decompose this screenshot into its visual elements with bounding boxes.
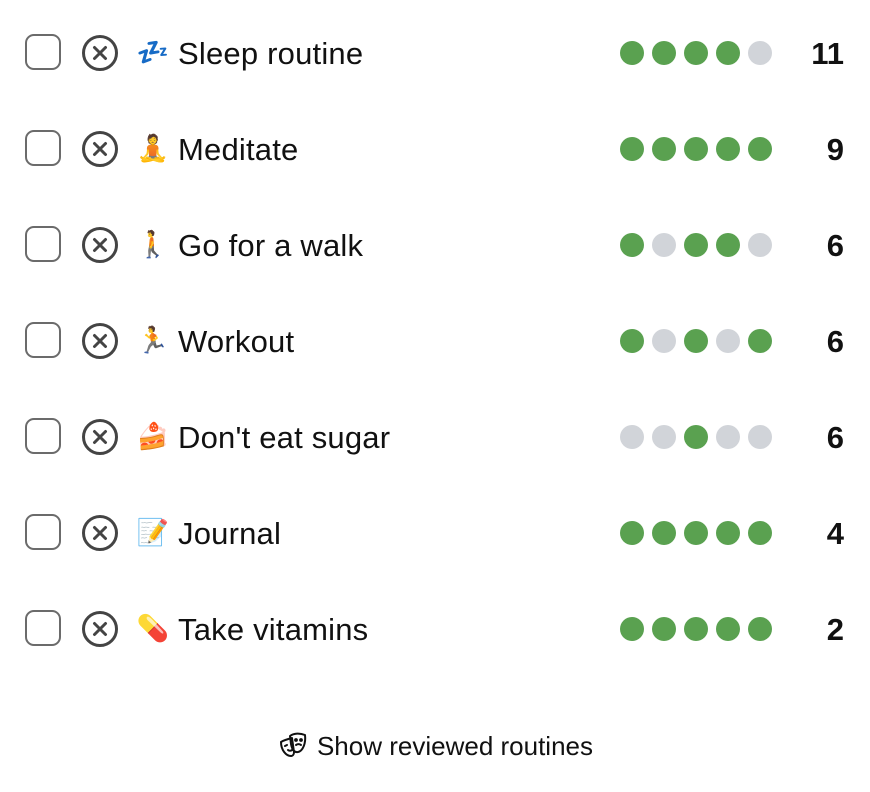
routine-checkbox[interactable] <box>25 226 61 262</box>
streak-dot-done <box>684 137 708 161</box>
streak-dot-done <box>652 137 676 161</box>
routine-label: Sleep routine <box>178 36 364 71</box>
routine-count: 4 <box>826 516 844 551</box>
close-circle-icon <box>82 35 118 71</box>
cake-slice-icon: 🍰 <box>136 422 170 452</box>
close-circle-icon <box>82 323 118 359</box>
streak-dot-done <box>684 521 708 545</box>
show-reviewed-routines-button[interactable]: Show reviewed routines <box>277 730 593 762</box>
routine-count: 11 <box>811 36 844 71</box>
streak-dot-done <box>748 137 772 161</box>
person-running-icon: 🏃 <box>136 326 170 356</box>
streak-dot-missed <box>652 425 676 449</box>
streak-dot-missed <box>716 329 740 353</box>
streak-dots <box>620 41 772 65</box>
streak-dots <box>620 617 772 641</box>
streak-dot-missed <box>748 425 772 449</box>
person-meditating-icon: 🧘 <box>136 134 170 164</box>
streak-dot-done <box>620 233 644 257</box>
routine-row: 🏃 Workout 6 <box>0 294 870 390</box>
remove-routine-button[interactable] <box>81 322 119 360</box>
streak-dot-done <box>716 233 740 257</box>
streak-dot-done <box>684 41 708 65</box>
streak-dots <box>620 521 772 545</box>
streak-dots <box>620 329 772 353</box>
streak-dot-done <box>652 521 676 545</box>
routine-row: 🍰 Don't eat sugar 6 <box>0 390 870 486</box>
streak-dot-done <box>716 137 740 161</box>
streak-dot-done <box>620 329 644 353</box>
streak-dot-done <box>748 329 772 353</box>
streak-dot-missed <box>652 329 676 353</box>
close-circle-icon <box>82 515 118 551</box>
streak-dot-missed <box>620 425 644 449</box>
streak-dot-done <box>684 425 708 449</box>
routine-row: 🧘 Meditate 9 <box>0 102 870 198</box>
routine-row: 📝 Journal 4 <box>0 486 870 582</box>
streak-dot-done <box>620 521 644 545</box>
routine-checkbox[interactable] <box>25 514 61 550</box>
streak-dot-done <box>684 329 708 353</box>
routine-count: 6 <box>826 324 844 359</box>
streak-dot-done <box>652 617 676 641</box>
remove-routine-button[interactable] <box>81 130 119 168</box>
close-circle-icon <box>82 419 118 455</box>
routine-count: 9 <box>826 132 844 167</box>
routine-checkbox[interactable] <box>25 418 61 454</box>
close-circle-icon <box>82 611 118 647</box>
streak-dots <box>620 233 772 257</box>
streak-dots <box>620 137 772 161</box>
zzz-icon: 💤 <box>136 38 170 68</box>
streak-dot-done <box>652 41 676 65</box>
remove-routine-button[interactable] <box>81 610 119 648</box>
routine-count: 6 <box>826 420 844 455</box>
theater-masks-icon <box>277 730 309 762</box>
routine-list: 💤 Sleep routine 11 🧘 Meditate 9 🚶 Go for a walk… <box>0 6 870 678</box>
streak-dot-done <box>716 41 740 65</box>
routine-checkbox[interactable] <box>25 130 61 166</box>
streak-dot-done <box>716 617 740 641</box>
remove-routine-button[interactable] <box>81 418 119 456</box>
streak-dot-done <box>684 233 708 257</box>
streak-dot-done <box>716 521 740 545</box>
routine-checkbox[interactable] <box>25 34 61 70</box>
memo-pencil-icon: 📝 <box>136 518 170 548</box>
routine-label: Workout <box>178 324 295 359</box>
routine-checkbox[interactable] <box>25 322 61 358</box>
remove-routine-button[interactable] <box>81 226 119 264</box>
person-walking-icon: 🚶 <box>136 230 170 260</box>
streak-dot-done <box>748 617 772 641</box>
streak-dot-done <box>620 617 644 641</box>
streak-dot-done <box>620 137 644 161</box>
streak-dot-done <box>684 617 708 641</box>
routine-label: Journal <box>178 516 282 551</box>
routine-count: 2 <box>826 612 844 647</box>
close-circle-icon <box>82 131 118 167</box>
remove-routine-button[interactable] <box>81 514 119 552</box>
routine-row: 💤 Sleep routine 11 <box>0 6 870 102</box>
routine-label: Meditate <box>178 132 299 167</box>
streak-dot-done <box>620 41 644 65</box>
routine-row: 💊 Take vitamins 2 <box>0 582 870 678</box>
routine-label: Go for a walk <box>178 228 364 263</box>
routine-checkbox[interactable] <box>25 610 61 646</box>
routine-row: 🚶 Go for a walk 6 <box>0 198 870 294</box>
streak-dot-missed <box>748 41 772 65</box>
routine-count: 6 <box>826 228 844 263</box>
remove-routine-button[interactable] <box>81 34 119 72</box>
routine-label: Take vitamins <box>178 612 369 647</box>
close-circle-icon <box>82 227 118 263</box>
streak-dot-missed <box>748 233 772 257</box>
streak-dot-missed <box>652 233 676 257</box>
footer: Show reviewed routines <box>0 724 870 768</box>
show-reviewed-routines-label: Show reviewed routines <box>316 730 594 761</box>
streak-dots <box>620 425 772 449</box>
pill-icon: 💊 <box>136 614 170 644</box>
routine-label: Don't eat sugar <box>178 420 391 455</box>
streak-dot-missed <box>716 425 740 449</box>
streak-dot-done <box>748 521 772 545</box>
